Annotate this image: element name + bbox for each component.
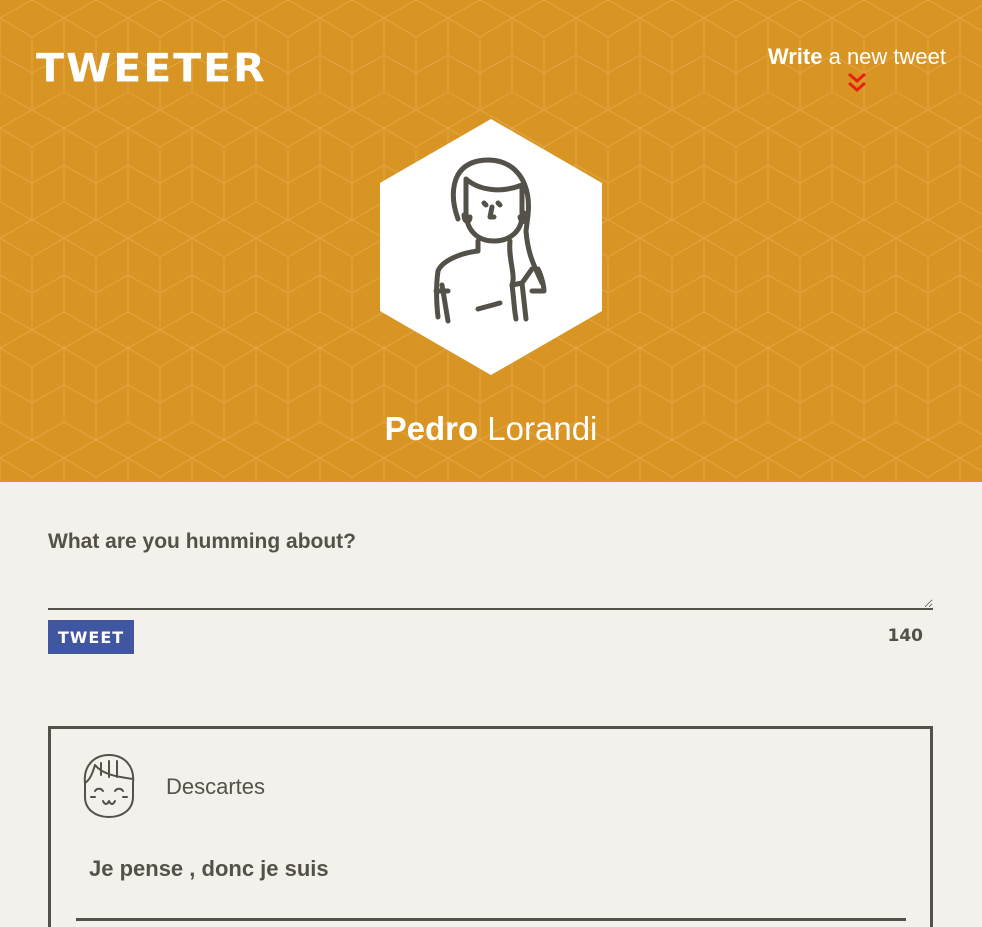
tweet-card: Descartes Je pense , donc je suis xyxy=(48,726,933,927)
tweet-divider xyxy=(76,918,906,921)
chevron-double-down-icon[interactable] xyxy=(846,72,868,94)
smiling-girl-avatar-icon xyxy=(83,754,135,818)
tweet-text: Je pense , donc je suis xyxy=(89,856,329,881)
compose-label: What are you humming about? xyxy=(48,530,356,553)
compose-link-rest: a new tweet xyxy=(822,44,946,69)
user-first-name: Pedro xyxy=(384,410,479,447)
compose-tweet-form: What are you humming about? TWEET 140 xyxy=(48,530,933,654)
character-counter: 140 xyxy=(887,626,924,646)
user-avatar-hexagon xyxy=(380,119,602,375)
write-new-tweet-link[interactable]: Write a new tweet xyxy=(768,44,946,94)
profile-header: TWEETER Write a new tweet Pedro Lorandi xyxy=(0,0,982,482)
user-last-name: Lorandi xyxy=(478,410,598,447)
tweet-button[interactable]: TWEET xyxy=(48,620,134,654)
tweet-author-name: Descartes xyxy=(166,774,266,799)
tweet-textarea[interactable] xyxy=(48,564,933,610)
app-logo: TWEETER xyxy=(36,45,267,91)
compose-link-bold: Write xyxy=(767,44,823,69)
user-full-name: Pedro Lorandi xyxy=(0,410,982,448)
